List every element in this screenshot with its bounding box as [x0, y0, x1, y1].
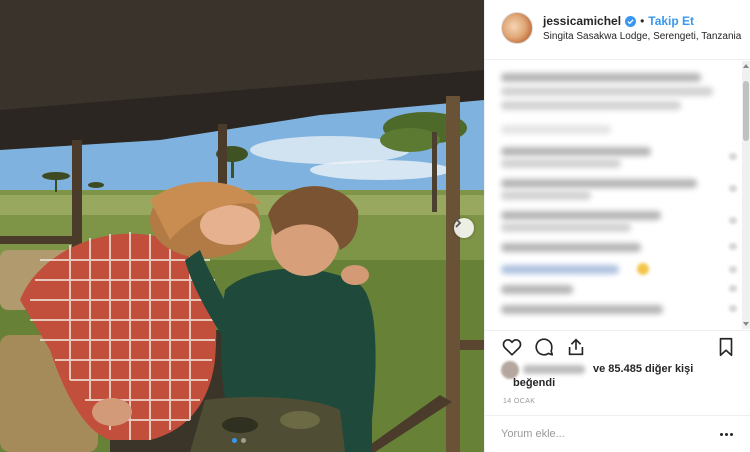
next-photo-button[interactable]	[454, 218, 474, 238]
username-link[interactable]: jessicamichel	[543, 14, 621, 28]
add-comment-section	[485, 415, 750, 452]
comment-like-icon[interactable]	[729, 285, 737, 292]
avatar[interactable]	[501, 12, 533, 44]
caption-blurred-line	[501, 87, 713, 96]
comment-blurred	[501, 305, 663, 314]
more-dot	[725, 433, 728, 436]
heart-icon[interactable]	[501, 336, 523, 358]
carousel-dot-1	[232, 438, 237, 443]
post-side-panel: jessicamichel • Takip Et Singita Sasakwa…	[484, 0, 750, 452]
comment-input[interactable]	[501, 428, 701, 440]
comment-like-icon[interactable]	[729, 217, 737, 224]
more-options-icon[interactable]	[720, 433, 733, 436]
chevron-right-icon	[455, 218, 462, 228]
more-dot	[720, 433, 723, 436]
comments-scrollbar[interactable]	[742, 61, 750, 329]
post-actions	[485, 330, 750, 360]
caption-meta-blurred	[501, 125, 611, 134]
comment-blurred	[501, 211, 661, 220]
username-row: jessicamichel • Takip Et	[543, 14, 694, 28]
post-header: jessicamichel • Takip Et Singita Sasakwa…	[485, 0, 750, 60]
likes-summary: ve 85.485 diğer kişi beğendi	[501, 360, 741, 396]
comment-like-icon[interactable]	[729, 305, 737, 312]
comment-like-icon[interactable]	[729, 185, 737, 192]
liker-username-blurred[interactable]	[523, 365, 585, 374]
likes-count-text: ve 85.485 diğer kişi	[593, 363, 694, 375]
comment-blurred	[501, 285, 573, 294]
post-photo[interactable]	[0, 0, 484, 452]
carousel-indicator	[232, 438, 246, 443]
comment-like-icon[interactable]	[729, 153, 737, 160]
post-date[interactable]: 14 OCAK	[503, 398, 535, 405]
location-link[interactable]: Singita Sasakwa Lodge, Serengeti, Tanzan…	[543, 31, 741, 42]
comment-icon[interactable]	[533, 336, 555, 358]
comment-blurred	[501, 265, 619, 274]
comment-blurred	[501, 223, 631, 232]
caption-blurred-line	[501, 101, 681, 110]
scroll-down-arrow-icon[interactable]	[743, 322, 749, 326]
post-photo-illustration	[0, 0, 484, 452]
scrollbar-thumb[interactable]	[743, 81, 749, 141]
comments-list[interactable]	[485, 61, 750, 329]
caption-blurred-line	[501, 73, 701, 82]
comment-blurred	[501, 191, 591, 200]
comment-blurred	[501, 243, 641, 252]
emoji-icon	[637, 263, 649, 275]
follow-button[interactable]: Takip Et	[648, 14, 694, 28]
comment-blurred	[501, 179, 697, 188]
more-dot	[730, 433, 733, 436]
likes-suffix: beğendi	[513, 377, 556, 389]
comment-like-icon[interactable]	[729, 266, 737, 273]
scroll-up-arrow-icon[interactable]	[743, 64, 749, 68]
comment-blurred	[501, 147, 651, 156]
comment-like-icon[interactable]	[729, 243, 737, 250]
header-separator: •	[640, 14, 645, 28]
carousel-dot-2	[241, 438, 246, 443]
bookmark-icon[interactable]	[715, 336, 737, 358]
comment-blurred	[501, 159, 621, 168]
likes-count[interactable]: ve 85.485 diğer kişi	[593, 363, 693, 375]
share-icon[interactable]	[565, 336, 587, 358]
verified-badge-icon	[625, 15, 637, 27]
